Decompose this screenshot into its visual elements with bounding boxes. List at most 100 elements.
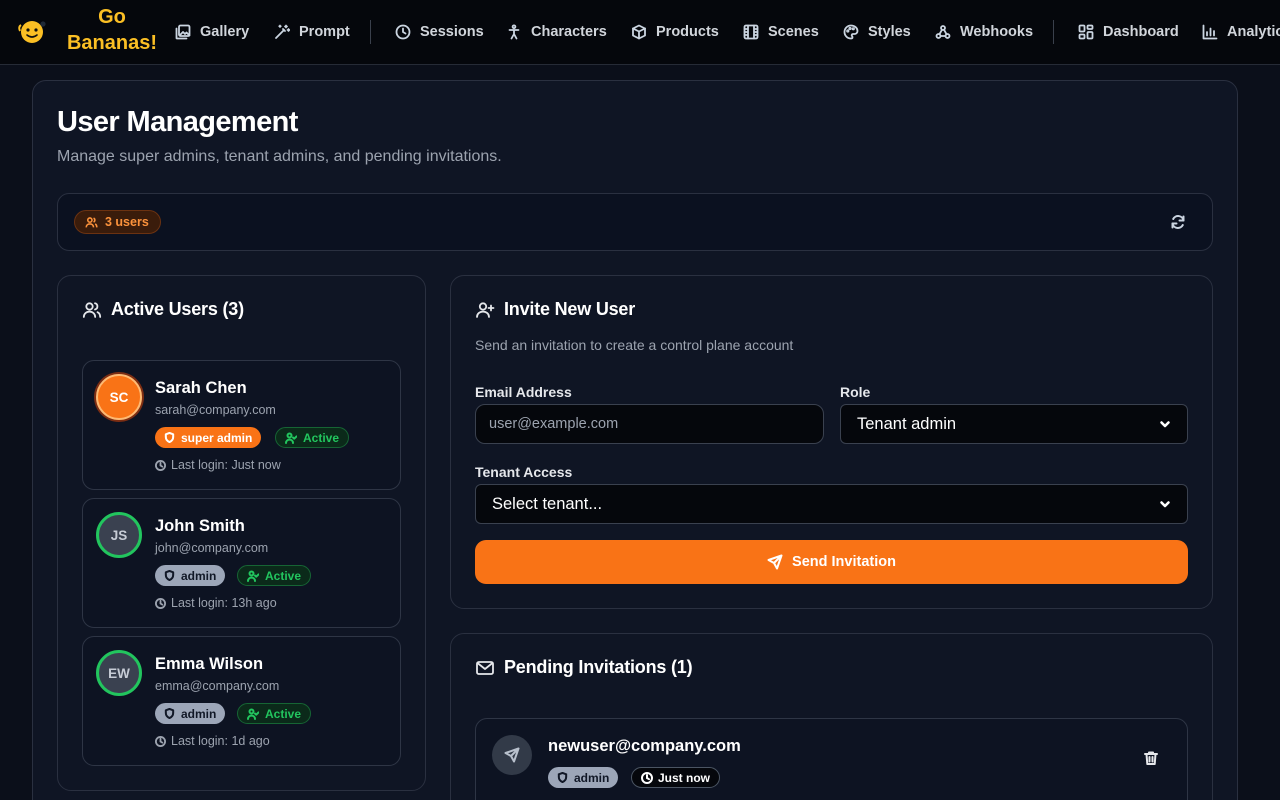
email-input[interactable] [475, 404, 824, 444]
tenant-select[interactable]: Select tenant... [475, 484, 1188, 524]
users-count-label: 3 users [105, 215, 149, 229]
nav-item-products[interactable]: Products [631, 20, 719, 44]
nav-item-label: Characters [531, 24, 607, 40]
role-label: super admin [181, 430, 253, 445]
invitation-role-badge: admin [548, 767, 619, 788]
chevron-down-icon [1159, 418, 1171, 430]
clock-icon [155, 735, 166, 747]
status-label: Active [303, 430, 340, 445]
user-card[interactable]: EW Emma Wilson emma@company.com admin Ac… [82, 636, 401, 766]
last-login: Last login: 13h ago [155, 596, 277, 610]
nav-item-label: Gallery [200, 24, 250, 40]
user-email: john@company.com [155, 541, 269, 555]
user-plus-icon [475, 300, 495, 320]
webhook-icon [935, 24, 951, 40]
role-badge: admin [155, 565, 226, 586]
send-invitation-button[interactable]: Send Invitation [475, 540, 1188, 584]
user-check-icon [247, 570, 259, 582]
nav-divider [370, 20, 371, 44]
invitation-time-label: Just now [658, 770, 711, 785]
gallery-icon [175, 24, 191, 40]
nav-item-analytics[interactable]: Analytics [1202, 20, 1280, 44]
invitation-time-badge: Just now [631, 767, 721, 788]
invitation-avatar [492, 735, 532, 775]
refresh-button[interactable] [1166, 210, 1190, 234]
user-name: John Smith [155, 517, 245, 535]
shield-icon [164, 708, 175, 719]
page-subtitle: Manage super admins, tenant admins, and … [57, 148, 502, 165]
nav-item-label: Prompt [299, 24, 350, 40]
nav-item-characters[interactable]: Characters [506, 20, 607, 44]
nav-item-label: Analytics [1227, 24, 1280, 40]
banana-face-icon[interactable] [16, 17, 48, 47]
user-name: Emma Wilson [155, 655, 264, 673]
user-card[interactable]: SC Sarah Chen sarah@company.com super ad… [82, 360, 401, 490]
invitation-email: newuser@company.com [548, 737, 741, 755]
nav-item-label: Scenes [768, 24, 819, 40]
role-select[interactable]: Tenant admin [840, 404, 1188, 444]
avatar: JS [96, 512, 142, 558]
status-badge: Active [237, 703, 312, 724]
role-label: Role [840, 384, 871, 400]
logo-line-2: Bananas! [66, 32, 158, 54]
user-email: sarah@company.com [155, 403, 276, 417]
role-select-value: Tenant admin [857, 414, 957, 433]
pending-invitations-title: Pending Invitations (1) [504, 657, 693, 677]
nav-item-label: Webhooks [960, 24, 1034, 40]
nav-item-label: Dashboard [1103, 24, 1179, 40]
status-label: Active [265, 706, 302, 721]
person-icon [506, 24, 522, 40]
clock-icon [395, 24, 411, 40]
refresh-icon [1170, 214, 1186, 230]
wand-icon [274, 24, 290, 40]
nav-item-dashboard[interactable]: Dashboard [1078, 20, 1179, 44]
invite-user-heading: Invite New User [475, 299, 635, 320]
nav-item-gallery[interactable]: Gallery [175, 20, 249, 44]
box-icon [631, 24, 647, 40]
clock-icon [155, 597, 166, 609]
last-login: Last login: Just now [155, 458, 281, 472]
user-check-icon [247, 708, 259, 720]
role-badge: admin [155, 703, 226, 724]
users-icon [82, 300, 102, 320]
role-label: admin [181, 568, 217, 583]
user-check-icon [285, 432, 297, 444]
users-icon [85, 216, 98, 229]
nav-item-styles[interactable]: Styles [843, 20, 911, 44]
status-badge: Active [237, 565, 312, 586]
shield-icon [164, 432, 175, 443]
dashboard-icon [1078, 24, 1094, 40]
user-email: emma@company.com [155, 679, 280, 693]
delete-invitation-button[interactable] [1140, 747, 1162, 769]
last-login-label: Last login: 1d ago [171, 734, 270, 748]
mail-icon [475, 658, 495, 678]
app-logo-text[interactable]: Go Bananas! [62, 4, 162, 56]
tenant-select-value: Select tenant... [492, 494, 603, 513]
nav-divider [1053, 20, 1054, 44]
pending-invitations-heading: Pending Invitations (1) [475, 657, 693, 678]
page-title: User Management [57, 106, 298, 138]
status-badge: Active [275, 427, 350, 448]
film-icon [743, 24, 759, 40]
invitation-role-label: admin [574, 770, 610, 785]
user-card[interactable]: JS John Smith john@company.com admin Act… [82, 498, 401, 628]
last-login: Last login: 1d ago [155, 734, 270, 748]
send-icon [504, 747, 520, 763]
nav-item-prompt[interactable]: Prompt [274, 20, 350, 44]
status-label: Active [265, 568, 302, 583]
last-login-label: Last login: 13h ago [171, 596, 277, 610]
logo-line-1: Go [98, 6, 126, 28]
avatar: EW [96, 650, 142, 696]
clock-icon [155, 459, 166, 471]
nav-item-sessions[interactable]: Sessions [395, 20, 484, 44]
clock-icon [641, 771, 653, 784]
nav-item-scenes[interactable]: Scenes [743, 20, 819, 44]
email-label: Email Address [475, 384, 572, 400]
invite-user-title: Invite New User [504, 299, 636, 319]
send-icon [767, 554, 783, 570]
stats-bar [57, 193, 1213, 251]
users-count-badge: 3 users [74, 210, 161, 234]
last-login-label: Last login: Just now [171, 458, 281, 472]
nav-item-webhooks[interactable]: Webhooks [935, 20, 1033, 44]
shield-icon [164, 570, 175, 581]
